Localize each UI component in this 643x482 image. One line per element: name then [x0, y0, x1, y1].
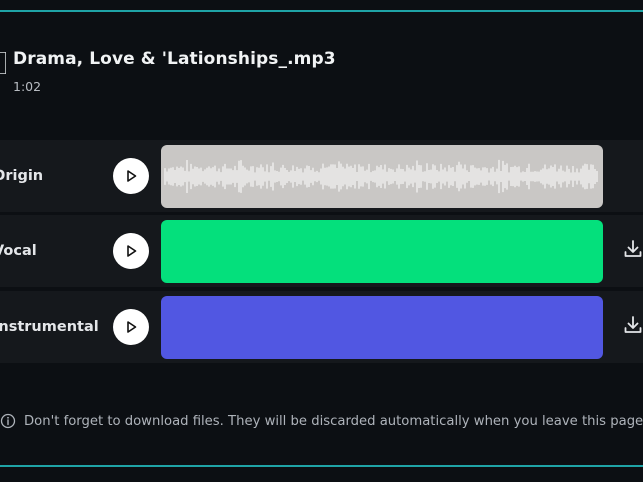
track-label-instrumental: Instrumental: [0, 319, 99, 335]
play-icon: [127, 321, 137, 333]
info-icon: [0, 413, 16, 429]
bottom-divider: [0, 465, 643, 467]
track-row-vocal: Vocal: [0, 215, 643, 287]
waveform-origin[interactable]: [161, 145, 603, 208]
download-icon: [624, 240, 642, 257]
file-name: Drama, Love & 'Lationships_.mp3: [13, 49, 336, 69]
track-label-origin: Origin: [0, 168, 44, 184]
play-vocal-button[interactable]: [113, 233, 149, 269]
track-label-vocal: Vocal: [0, 243, 37, 259]
play-icon: [127, 245, 137, 257]
notice-text: Don't forget to download files. They wil…: [24, 413, 643, 429]
play-origin-button[interactable]: [113, 158, 149, 194]
track-row-instrumental: Instrumental: [0, 291, 643, 363]
file-icon: [0, 52, 6, 74]
download-notice: Don't forget to download files. They wil…: [0, 411, 643, 431]
play-instrumental-button[interactable]: [113, 309, 149, 345]
download-instrumental-button[interactable]: [622, 314, 643, 336]
track-row-origin: Origin: [0, 140, 643, 212]
waveform-instrumental[interactable]: [161, 296, 603, 359]
top-divider: [0, 10, 643, 12]
download-icon: [624, 316, 642, 333]
download-vocal-button[interactable]: [622, 238, 643, 260]
play-icon: [127, 170, 137, 182]
file-duration: 1:02: [13, 79, 42, 94]
waveform-vocal[interactable]: [161, 220, 603, 283]
